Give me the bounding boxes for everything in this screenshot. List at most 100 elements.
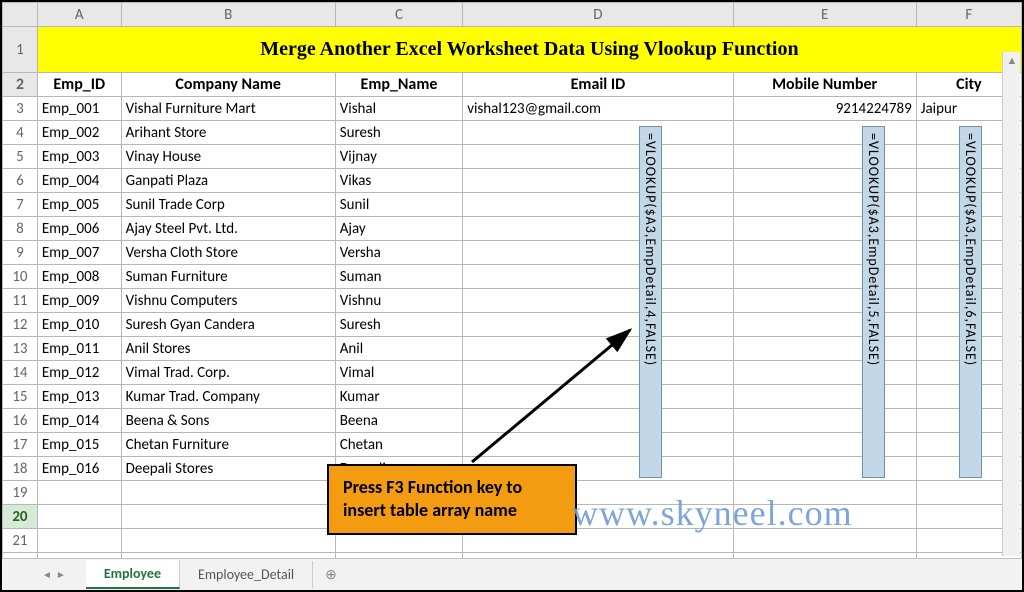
- cell[interactable]: Kumar Trad. Company: [121, 385, 335, 409]
- scroll-up-icon[interactable]: ▲: [1003, 52, 1021, 70]
- tab-employee-detail[interactable]: Employee_Detail: [180, 561, 313, 588]
- row-header[interactable]: 17: [3, 433, 38, 457]
- cell[interactable]: [733, 433, 916, 457]
- row-header[interactable]: 10: [3, 265, 38, 289]
- add-sheet-button[interactable]: ⊕: [313, 561, 349, 588]
- row-header[interactable]: 7: [3, 193, 38, 217]
- select-all-corner[interactable]: [3, 3, 38, 27]
- vertical-scrollbar[interactable]: ▲: [1002, 52, 1020, 556]
- cell[interactable]: [733, 289, 916, 313]
- col-header-f[interactable]: F: [916, 3, 1021, 27]
- cell[interactable]: [733, 241, 916, 265]
- header-company[interactable]: Company Name: [121, 73, 335, 97]
- cell[interactable]: Vishnu: [335, 289, 462, 313]
- cell[interactable]: [463, 145, 733, 169]
- cell[interactable]: [733, 457, 916, 481]
- cell[interactable]: [121, 505, 335, 529]
- cell[interactable]: Kumar: [335, 385, 462, 409]
- col-header-c[interactable]: C: [335, 3, 462, 27]
- cell[interactable]: Versha: [335, 241, 462, 265]
- cell[interactable]: Vijnay: [335, 145, 462, 169]
- cell[interactable]: [37, 529, 121, 553]
- cell[interactable]: Emp_004: [37, 169, 121, 193]
- row-header[interactable]: 4: [3, 121, 38, 145]
- cell[interactable]: Emp_016: [37, 457, 121, 481]
- row-header[interactable]: 11: [3, 289, 38, 313]
- cell[interactable]: Emp_001: [37, 97, 121, 121]
- cell[interactable]: [463, 289, 733, 313]
- cell[interactable]: Emp_007: [37, 241, 121, 265]
- cell[interactable]: Suman: [335, 265, 462, 289]
- cell[interactable]: Emp_002: [37, 121, 121, 145]
- cell[interactable]: Emp_009: [37, 289, 121, 313]
- cell[interactable]: Vishal: [335, 97, 462, 121]
- cell[interactable]: Anil: [335, 337, 462, 361]
- cell[interactable]: Suresh: [335, 121, 462, 145]
- cell[interactable]: [463, 385, 733, 409]
- cell[interactable]: Suman Furniture: [121, 265, 335, 289]
- cell[interactable]: [733, 169, 916, 193]
- cell[interactable]: [121, 481, 335, 505]
- col-header-e[interactable]: E: [733, 3, 916, 27]
- cell[interactable]: [733, 145, 916, 169]
- nav-prev-icon[interactable]: ◄: [42, 568, 52, 581]
- cell[interactable]: Ganpati Plaza: [121, 169, 335, 193]
- cell[interactable]: [121, 529, 335, 553]
- cell[interactable]: Chetan Furniture: [121, 433, 335, 457]
- cell[interactable]: [463, 361, 733, 385]
- nav-next-icon[interactable]: ►: [56, 568, 66, 581]
- cell[interactable]: [733, 385, 916, 409]
- cell[interactable]: [463, 265, 733, 289]
- row-header-2[interactable]: 2: [3, 73, 38, 97]
- cell[interactable]: Sunil: [335, 193, 462, 217]
- cell[interactable]: Vimal: [335, 361, 462, 385]
- cell[interactable]: Ajay: [335, 217, 462, 241]
- header-empid[interactable]: Emp_ID: [37, 73, 121, 97]
- cell[interactable]: [463, 409, 733, 433]
- row-header-1[interactable]: 1: [3, 27, 38, 73]
- cell[interactable]: Beena & Sons: [121, 409, 335, 433]
- row-header[interactable]: 5: [3, 145, 38, 169]
- row-header[interactable]: 20: [3, 505, 38, 529]
- row-header[interactable]: 16: [3, 409, 38, 433]
- row-header[interactable]: 14: [3, 361, 38, 385]
- cell[interactable]: [733, 361, 916, 385]
- cell[interactable]: [463, 193, 733, 217]
- row-header[interactable]: 21: [3, 529, 38, 553]
- cell[interactable]: Vishnu Computers: [121, 289, 335, 313]
- col-header-a[interactable]: A: [37, 3, 121, 27]
- cell[interactable]: Vishal Furniture Mart: [121, 97, 335, 121]
- cell[interactable]: Emp_015: [37, 433, 121, 457]
- cell[interactable]: Emp_014: [37, 409, 121, 433]
- row-header[interactable]: 12: [3, 313, 38, 337]
- cell[interactable]: [463, 313, 733, 337]
- row-header[interactable]: 18: [3, 457, 38, 481]
- cell[interactable]: Emp_011: [37, 337, 121, 361]
- cell[interactable]: [733, 121, 916, 145]
- cell[interactable]: Emp_008: [37, 265, 121, 289]
- cell[interactable]: [733, 193, 916, 217]
- row-header[interactable]: 15: [3, 385, 38, 409]
- row-header[interactable]: 19: [3, 481, 38, 505]
- cell[interactable]: Arihant Store: [121, 121, 335, 145]
- cell[interactable]: [37, 481, 121, 505]
- cell[interactable]: Deepali Stores: [121, 457, 335, 481]
- cell[interactable]: [463, 121, 733, 145]
- cell[interactable]: Vimal Trad. Corp.: [121, 361, 335, 385]
- cell[interactable]: [733, 313, 916, 337]
- cell[interactable]: [733, 217, 916, 241]
- cell[interactable]: Emp_005: [37, 193, 121, 217]
- cell[interactable]: [463, 337, 733, 361]
- sheet-title[interactable]: Merge Another Excel Worksheet Data Using…: [37, 27, 1021, 73]
- row-header[interactable]: 9: [3, 241, 38, 265]
- cell[interactable]: [733, 265, 916, 289]
- cell[interactable]: Beena: [335, 409, 462, 433]
- cell[interactable]: [463, 217, 733, 241]
- cell[interactable]: Vikas: [335, 169, 462, 193]
- row-header[interactable]: 8: [3, 217, 38, 241]
- header-mobile[interactable]: Mobile Number: [733, 73, 916, 97]
- cell[interactable]: Chetan: [335, 433, 462, 457]
- cell[interactable]: Emp_006: [37, 217, 121, 241]
- row-header[interactable]: 13: [3, 337, 38, 361]
- cell[interactable]: Emp_010: [37, 313, 121, 337]
